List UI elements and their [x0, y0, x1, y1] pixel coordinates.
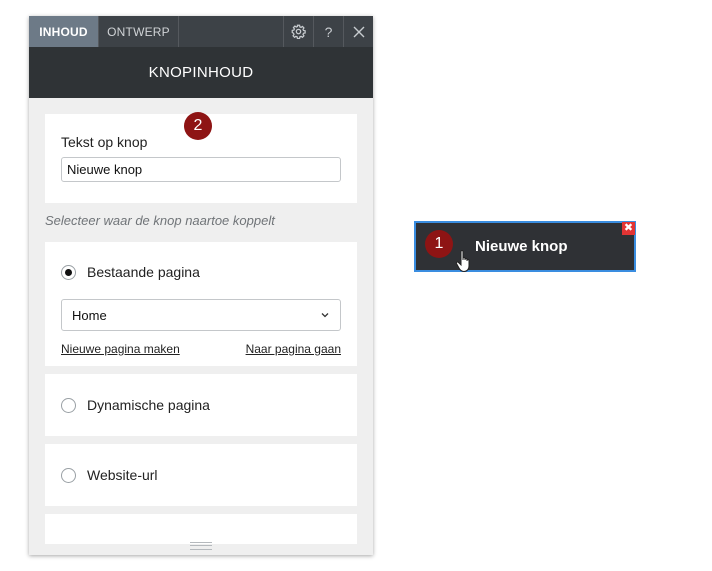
help-button[interactable]: ?: [313, 16, 343, 47]
radio-website-url[interactable]: [61, 467, 76, 483]
radio-existing-page[interactable]: [61, 264, 76, 280]
panel-topbar: INHOUD ONTWERP ?: [29, 16, 373, 47]
new-page-link[interactable]: Nieuwe pagina maken: [61, 342, 180, 356]
existing-page-option[interactable]: Bestaande pagina: [61, 264, 200, 280]
tab-inhoud[interactable]: INHOUD: [29, 16, 99, 47]
goto-page-link[interactable]: Naar pagina gaan: [246, 342, 341, 356]
chevron-down-icon: [321, 313, 329, 318]
canvas-button-label: Nieuwe knop: [475, 238, 568, 255]
dynamic-page-option[interactable]: Dynamische pagina: [61, 397, 210, 413]
next-option-card: [45, 514, 357, 544]
link-hint: Selecteer waar de knop naartoe koppelt: [45, 213, 275, 228]
tab-ontwerp[interactable]: ONTWERP: [99, 16, 179, 47]
step-badge-1: 1: [425, 230, 453, 258]
button-text-input[interactable]: Nieuwe knop: [61, 157, 341, 182]
hand-cursor-icon: [455, 250, 470, 273]
dynamic-page-label: Dynamische pagina: [87, 397, 210, 413]
website-url-card: Website-url: [45, 444, 357, 506]
step-badge-2: 2: [184, 112, 212, 140]
close-icon[interactable]: ✖: [622, 222, 635, 235]
page-select[interactable]: Home: [61, 299, 341, 331]
website-url-label: Website-url: [87, 467, 158, 483]
existing-page-card: Bestaande pagina Home Nieuwe pagina make…: [45, 242, 357, 366]
existing-page-label: Bestaande pagina: [87, 264, 200, 280]
dynamic-page-card: Dynamische pagina: [45, 374, 357, 436]
close-icon: [353, 26, 364, 37]
settings-button[interactable]: [283, 16, 313, 47]
gear-icon: [291, 24, 306, 39]
radio-dynamic-page[interactable]: [61, 397, 76, 413]
panel-title: KNOPINHOUD: [29, 47, 373, 98]
button-text-label: Tekst op knop: [61, 134, 148, 150]
help-icon: ?: [324, 23, 333, 40]
button-settings-panel: INHOUD ONTWERP ? KNOPINHOUD Tekst op kno…: [29, 16, 373, 555]
page-select-value: Home: [72, 307, 107, 323]
website-url-option[interactable]: Website-url: [61, 467, 158, 483]
resize-handle[interactable]: [190, 542, 212, 550]
close-panel-button[interactable]: [343, 16, 373, 47]
